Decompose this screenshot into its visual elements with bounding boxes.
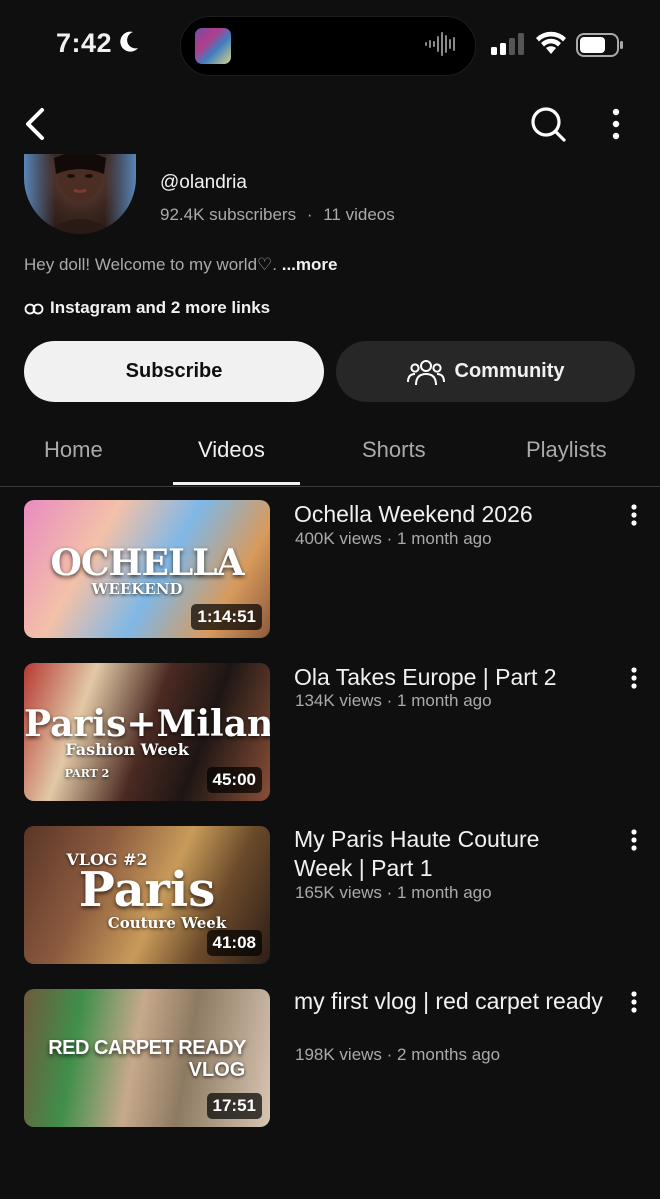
- avatar-portrait-icon: [44, 154, 116, 234]
- video-title[interactable]: Ola Takes Europe | Part 2: [294, 663, 604, 692]
- community-button[interactable]: Community: [336, 341, 635, 402]
- video-title[interactable]: Ochella Weekend 2026: [294, 500, 604, 529]
- tab-home[interactable]: Home: [44, 437, 103, 463]
- bio-text: Hey doll! Welcome to my world♡.: [24, 255, 277, 274]
- video-thumbnail[interactable]: OCHELLA WEEKEND 1:14:51: [24, 500, 270, 638]
- links-label: Instagram and 2 more links: [50, 298, 271, 317]
- thumbnail-title-text: Paris: [78, 862, 216, 918]
- video-thumbnail[interactable]: Paris+Milan Fashion Week PART 2 45:00: [24, 663, 270, 801]
- video-duration: 1:14:51: [191, 604, 262, 630]
- channel-stats: 92.4K subscribers · 11 videos: [160, 205, 395, 225]
- channel-avatar[interactable]: [24, 154, 136, 234]
- subscriber-count: 92.4K subscribers: [160, 205, 297, 224]
- thumbnail-tag-text: PART 2: [64, 767, 110, 780]
- community-icon: [406, 359, 445, 385]
- more-options-icon[interactable]: [606, 106, 626, 142]
- bio-more-link[interactable]: ...more: [282, 255, 338, 274]
- thumbnail-subtitle-text: VLOG: [188, 1059, 246, 1081]
- video-duration: 41:08: [206, 930, 262, 956]
- cellular-signal-icon: [491, 33, 524, 55]
- channel-links[interactable]: Instagram and 2 more links: [24, 298, 270, 318]
- tab-shorts[interactable]: Shorts: [362, 437, 426, 463]
- thumbnail-subtitle-text: WEEKEND: [91, 580, 183, 598]
- video-count: 11 videos: [323, 205, 395, 224]
- video-thumbnail[interactable]: RED CARPET READY VLOG 17:51: [24, 989, 270, 1127]
- channel-bio[interactable]: Hey doll! Welcome to my world♡. ...more: [24, 255, 337, 275]
- thumbnail-subtitle-text: Fashion Week: [65, 740, 189, 759]
- thumbnail-title-text: RED CARPET READY: [48, 1037, 246, 1059]
- video-title[interactable]: My Paris Haute Couture Week | Part 1: [294, 825, 604, 883]
- video-more-icon[interactable]: [626, 665, 642, 693]
- channel-handle: @olandria: [160, 172, 247, 193]
- video-title[interactable]: my first vlog | red carpet ready: [294, 987, 604, 1016]
- tab-videos[interactable]: Videos: [198, 437, 265, 463]
- active-tab-indicator: [173, 482, 300, 485]
- battery-icon: [576, 33, 623, 57]
- subscribe-button[interactable]: Subscribe: [24, 341, 324, 402]
- video-more-icon[interactable]: [626, 502, 642, 530]
- video-more-icon[interactable]: [626, 827, 642, 855]
- video-duration: 17:51: [206, 1093, 262, 1119]
- status-time: 7:42: [56, 28, 113, 58]
- video-more-icon[interactable]: [626, 989, 642, 1017]
- wifi-icon: [536, 31, 566, 54]
- stats-separator: ·: [306, 205, 313, 224]
- audio-waveform-icon: [425, 32, 455, 56]
- video-thumbnail[interactable]: VLOG #2 Paris Couture Week 41:08: [24, 826, 270, 964]
- video-duration: 45:00: [206, 767, 262, 793]
- tab-playlists[interactable]: Playlists: [526, 437, 607, 463]
- video-meta: 400K views · 1 month ago: [295, 529, 492, 548]
- video-meta: 165K views · 1 month ago: [295, 883, 492, 902]
- video-meta: 198K views · 2 months ago: [295, 1045, 501, 1064]
- thumbnail-title-text: OCHELLA: [50, 542, 244, 584]
- link-icon: [24, 303, 44, 315]
- community-label: Community: [454, 360, 565, 382]
- now-playing-artwork[interactable]: [195, 28, 231, 64]
- thumbnail-title-text: Paris+Milan: [24, 703, 270, 745]
- video-meta: 134K views · 1 month ago: [295, 691, 492, 710]
- moon-icon: [120, 31, 138, 52]
- back-arrow-icon[interactable]: [22, 106, 52, 142]
- search-icon[interactable]: [528, 104, 568, 144]
- tabs-divider: [0, 486, 660, 487]
